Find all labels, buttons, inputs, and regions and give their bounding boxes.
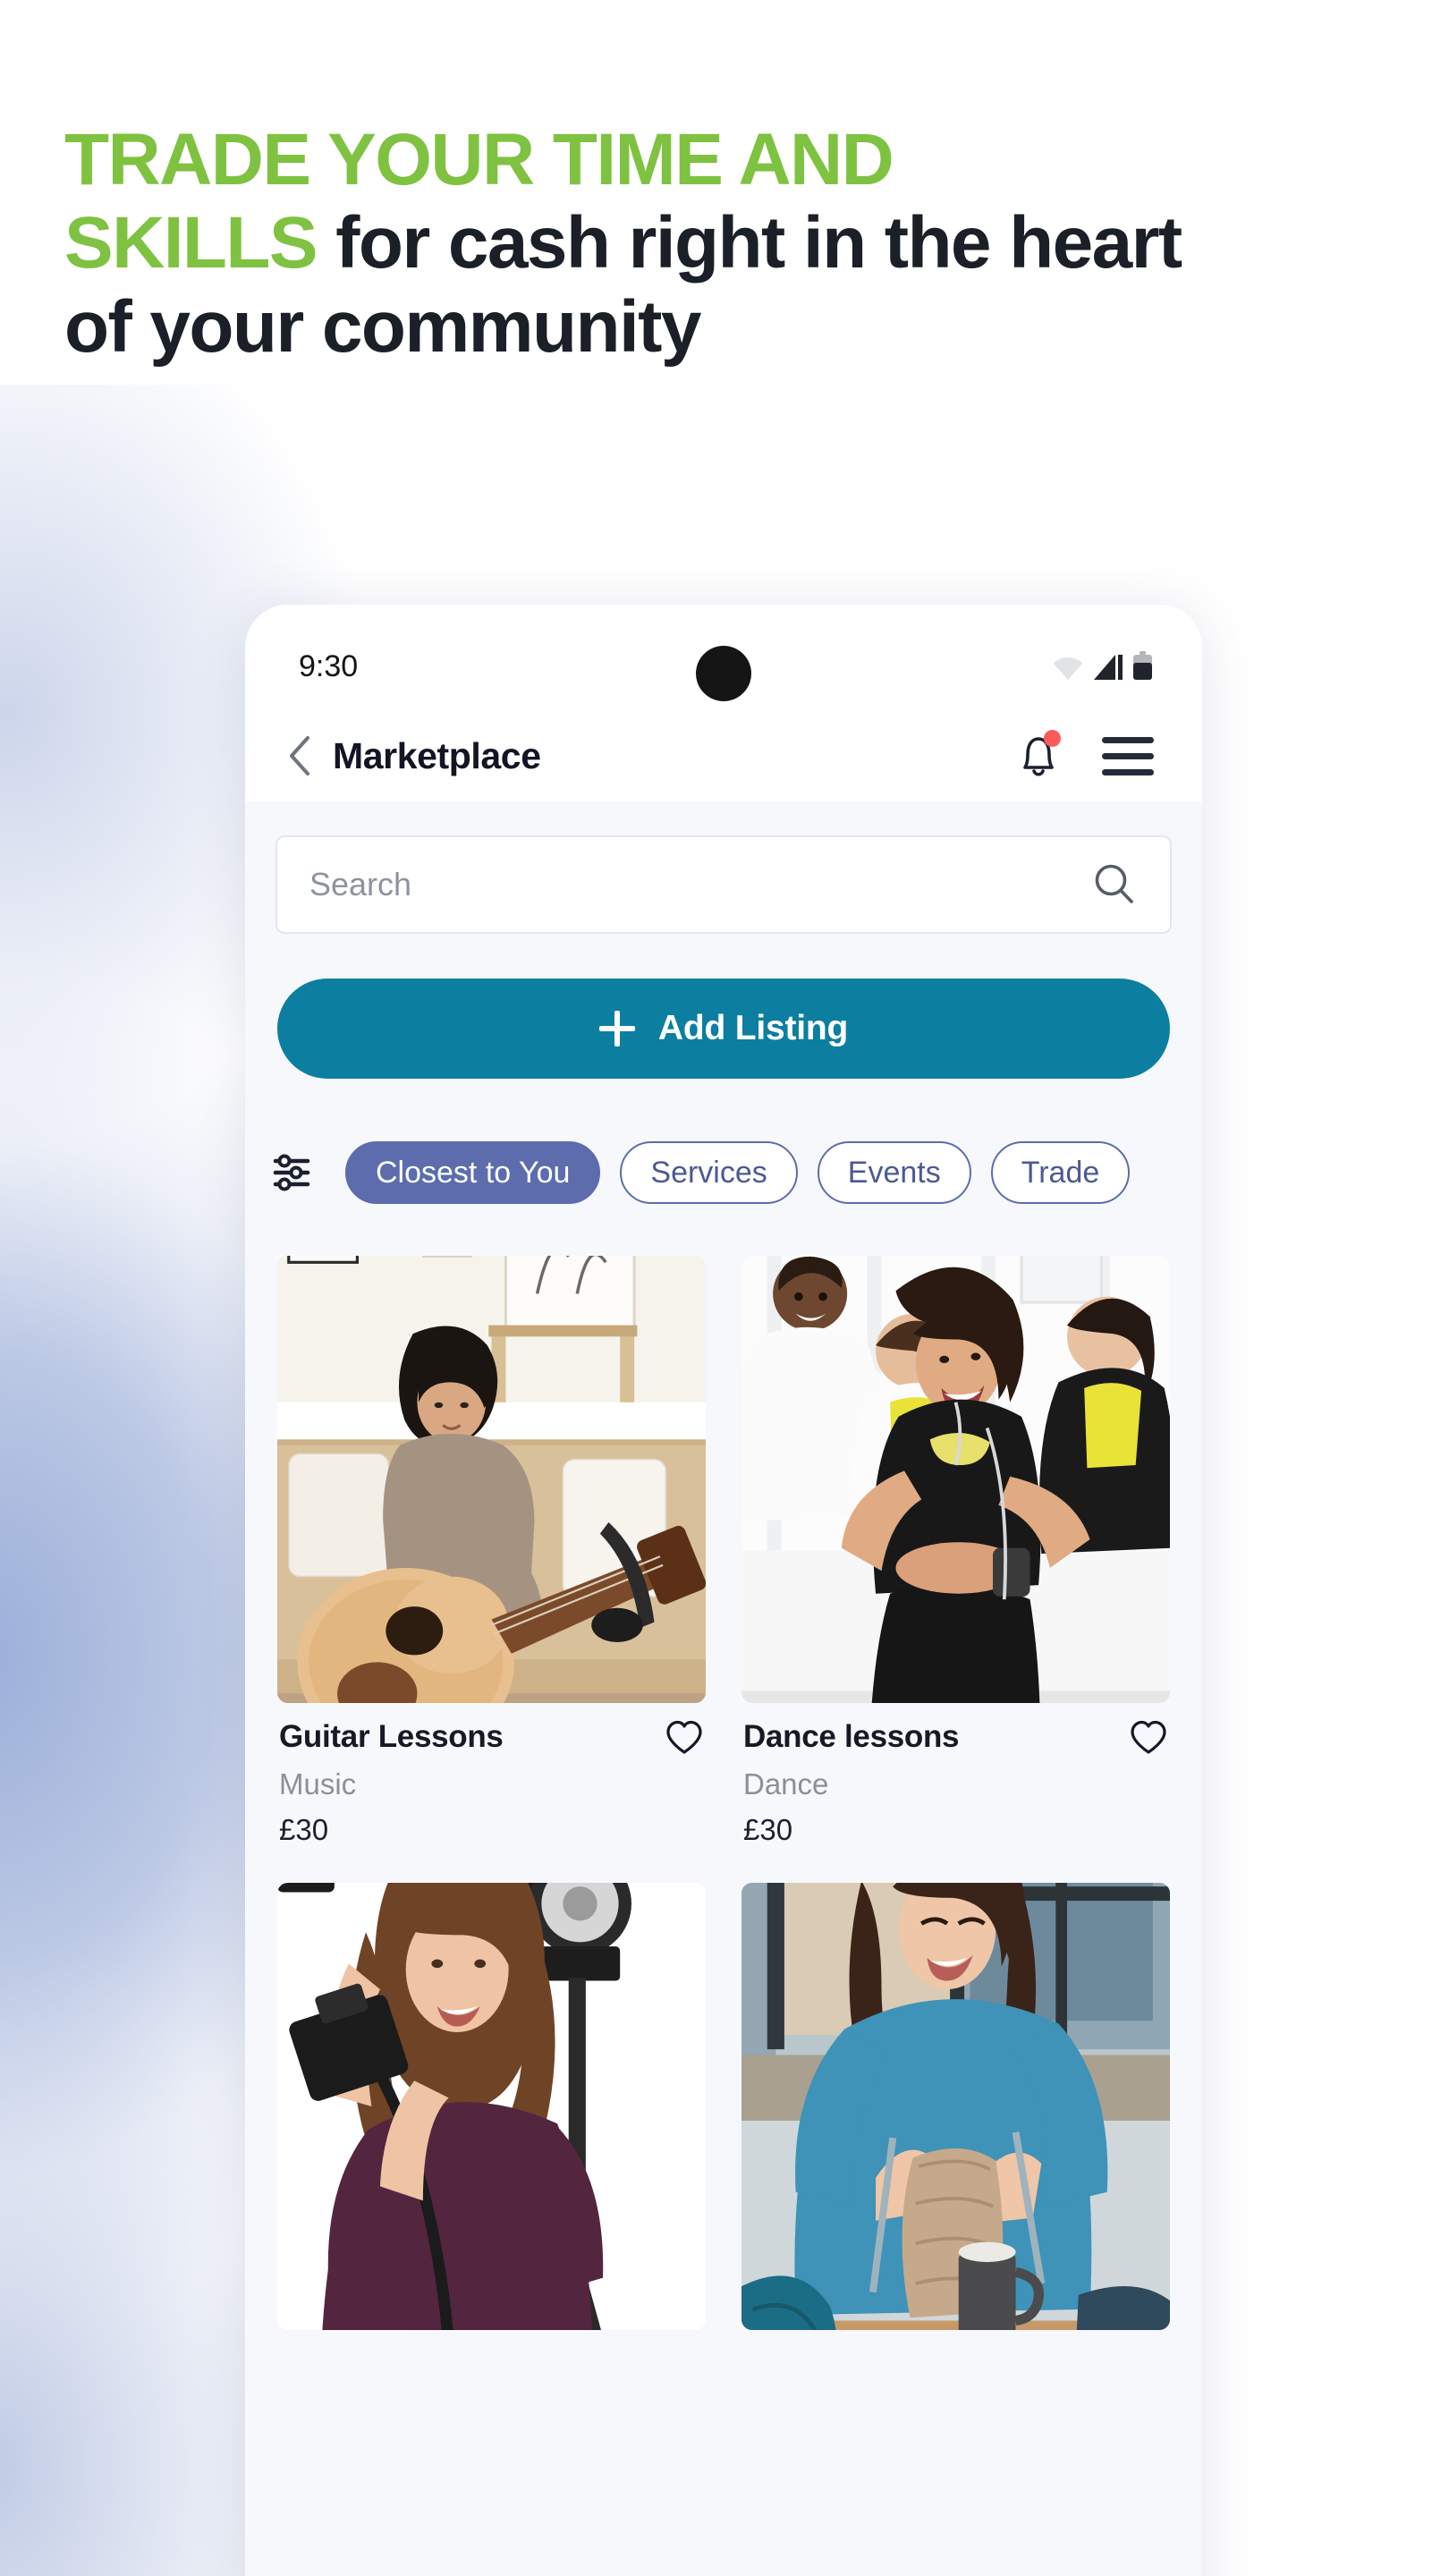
hero-headline-line1: TRADE YOUR TIME AND [64, 119, 894, 200]
listing-category: Music [279, 1767, 357, 1801]
listing-category: Dance [743, 1767, 829, 1801]
listing-card[interactable]: Dance lessons Dance £30 [741, 1256, 1170, 1847]
listing-card[interactable]: Guitar Lessons Music £30 [277, 1256, 706, 1847]
back-button[interactable] [275, 732, 324, 780]
hero-headline-line3: of your community [64, 285, 701, 368]
listing-meta [741, 2330, 1170, 2344]
page-title: Marketplace [333, 734, 541, 776]
search-icon[interactable] [1091, 861, 1138, 908]
hamburger-bar [1102, 768, 1154, 775]
front-camera-punch-hole [696, 646, 751, 701]
hamburger-bar [1102, 752, 1154, 759]
listing-card[interactable] [741, 1883, 1170, 2356]
phone-mockup: 9:30 Marketplace Search Add Listing Clos… [245, 605, 1202, 2576]
filter-chip-closest-to-you[interactable]: Closest to You [345, 1141, 601, 1204]
filter-chips-row[interactable]: Closest to You Services Events Trade [245, 1140, 1202, 1206]
hero-headline: TRADE YOUR TIME AND SKILLS for cash righ… [64, 118, 1317, 369]
notification-badge-dot [1044, 730, 1061, 747]
notifications-button[interactable] [1014, 730, 1063, 782]
battery-icon [1133, 651, 1152, 680]
filter-chip-events[interactable]: Events [817, 1141, 971, 1204]
listing-meta: Guitar Lessons Music £30 [277, 1703, 706, 1847]
listing-title-row: Guitar Lessons [279, 1717, 704, 1757]
listing-title: Dance lessons [743, 1719, 960, 1754]
status-bar-icons [1053, 651, 1152, 680]
filter-chip-services[interactable]: Services [620, 1141, 798, 1204]
hamburger-bar [1102, 736, 1154, 743]
heart-outline-icon[interactable] [665, 1717, 704, 1757]
chevron-left-icon [290, 736, 309, 775]
listing-image-photography[interactable] [277, 1883, 706, 2330]
listing-meta: Dance lessons Dance £30 [741, 1703, 1170, 1847]
photographer-illustration [277, 1883, 706, 2330]
listing-price: £30 [743, 1813, 793, 1846]
search-input[interactable] [309, 866, 1091, 903]
status-bar: 9:30 [245, 605, 1202, 710]
heart-outline-icon[interactable] [1129, 1717, 1168, 1757]
listing-grid: Guitar Lessons Music £30 Dance lessons D… [245, 1256, 1202, 2356]
listing-image-dance-lessons[interactable] [741, 1256, 1170, 1703]
wifi-icon [1053, 657, 1083, 680]
listing-title: Guitar Lessons [279, 1719, 504, 1754]
listing-card[interactable] [277, 1883, 706, 2356]
plus-icon [598, 1011, 635, 1046]
dance-class-illustration [741, 1256, 1170, 1703]
add-listing-button[interactable]: Add Listing [277, 979, 1170, 1079]
search-bar[interactable] [275, 835, 1172, 934]
hero-headline-line2-rest: for cash right in the heart [316, 202, 1182, 284]
listing-title-row: Dance lessons [743, 1717, 1168, 1757]
filter-chip-trade[interactable]: Trade [990, 1141, 1131, 1204]
status-bar-time: 9:30 [299, 649, 359, 683]
cellular-signal-icon [1094, 655, 1123, 680]
listing-image-knitting[interactable] [741, 1883, 1170, 2330]
guitar-lesson-illustration [277, 1256, 706, 1703]
add-listing-label: Add Listing [657, 1009, 849, 1047]
menu-button[interactable] [1102, 736, 1154, 775]
hero-headline-line2-green: SKILLS [64, 202, 318, 284]
app-header: Marketplace [245, 710, 1202, 801]
filter-sliders-icon[interactable] [272, 1149, 318, 1196]
listing-price: £30 [279, 1813, 329, 1846]
listing-meta [277, 2330, 706, 2344]
listing-image-guitar-lessons[interactable] [277, 1256, 706, 1703]
app-content: Add Listing Closest to You Services Even… [245, 801, 1202, 2576]
knitting-illustration [741, 1883, 1170, 2330]
